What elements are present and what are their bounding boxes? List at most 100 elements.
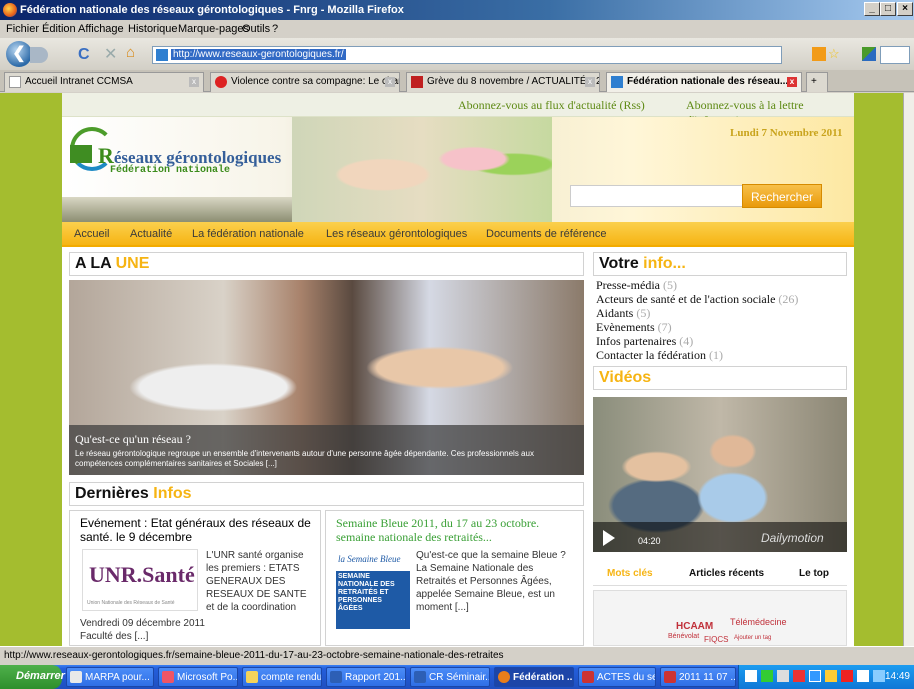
unr-sante-logo[interactable]: UNR.Santé Union Nationale des Réseaux de… — [82, 549, 198, 611]
tab-accueil-intranet[interactable]: Accueil Intranet CCMSA x — [4, 72, 204, 92]
tab-mots-cles[interactable]: Mots clés — [607, 568, 653, 579]
info-item[interactable]: Aidants (5) — [596, 306, 650, 321]
tab-violence[interactable]: Violence contre sa compagne: Le chant...… — [210, 72, 400, 92]
info-item[interactable]: Evènements (7) — [596, 320, 672, 335]
taskbar-label: Rapport 201... — [345, 672, 406, 683]
nav-accueil[interactable]: Accueil — [74, 228, 109, 240]
taskbar-label: Microsoft Po... — [177, 672, 238, 683]
nav-reseaux[interactable]: Les réseaux gérontologiques — [326, 228, 467, 240]
featured-article[interactable]: Qu'est-ce qu'un réseau ? Le réseau géron… — [69, 280, 584, 475]
new-tab-button[interactable]: + — [806, 72, 828, 92]
news-more[interactable]: Faculté des [...] — [80, 630, 148, 643]
tag[interactable]: Ajouter un tag — [734, 635, 771, 641]
info-label: Infos partenaires — [596, 334, 677, 348]
nav-federation[interactable]: La fédération nationale — [192, 228, 304, 240]
taskbar-item[interactable]: Rapport 201... — [326, 667, 406, 687]
news-date: Vendredi 09 décembre 2011 — [80, 618, 205, 629]
search-engine-icon[interactable] — [862, 47, 876, 61]
info-item[interactable]: Acteurs de santé et de l'action sociale … — [596, 292, 798, 307]
home-icon[interactable]: ⌂ — [126, 44, 135, 61]
menu-help[interactable]: ? — [272, 23, 278, 35]
start-button[interactable]: Démarrer — [0, 665, 65, 689]
rss-subscribe-link[interactable]: Abonnez-vous au flux d'actualité (Rss) — [458, 98, 645, 113]
reload-icon[interactable]: C — [78, 46, 90, 64]
dailymotion-logo[interactable]: Dailymotion — [761, 531, 824, 545]
video-tabs: Mots clés Articles récents Le top — [593, 564, 847, 586]
video-controls: 04:20 Dailymotion — [593, 522, 847, 552]
info-item[interactable]: Infos partenaires (4) — [596, 334, 693, 349]
bookmark-star-icon[interactable]: ☆ — [828, 46, 840, 62]
forward-arrow-icon[interactable] — [30, 47, 48, 63]
maximize-button[interactable]: □ — [880, 2, 896, 16]
back-arrow-icon[interactable]: ❮ — [6, 41, 32, 67]
tray-icon[interactable] — [825, 670, 837, 682]
taskbar-label: compte rendu — [261, 672, 322, 683]
tag[interactable]: Bénévolat — [668, 633, 699, 640]
featured-title[interactable]: Qu'est-ce qu'un réseau ? — [75, 432, 191, 447]
subscribe-bar: Abonnez-vous au flux d'actualité (Rss) A… — [62, 93, 854, 127]
search-button[interactable]: Rechercher — [742, 184, 822, 208]
stop-icon[interactable]: ✕ — [104, 44, 117, 64]
taskbar-item[interactable]: 2011 11 07 ... — [660, 667, 736, 687]
menu-outils[interactable]: Outils — [242, 23, 270, 35]
logo-caption: SEMAINE NATIONALE DES RETRAITÉS ET PERSO… — [338, 573, 395, 612]
taskbar-label: 2011 11 07 ... — [679, 672, 736, 683]
tab-label: Fédération nationale des réseau... — [627, 76, 789, 87]
tray-icon[interactable] — [873, 670, 885, 682]
video-player[interactable]: 04:20 Dailymotion — [593, 397, 847, 552]
tag[interactable]: FIQCS — [704, 635, 728, 644]
tray-icon[interactable] — [857, 670, 869, 682]
tab-greve[interactable]: Grève du 8 novembre / ACTUALITÉS 2... x — [406, 72, 600, 92]
play-icon[interactable] — [603, 530, 615, 546]
taskbar-label: MARPA pour... — [85, 672, 150, 683]
menu-marque-pages[interactable]: Marque-pages — [178, 23, 249, 35]
url-field[interactable]: http://www.reseaux-gerontologiques.fr/ — [152, 46, 782, 64]
tab-articles-recents[interactable]: Articles récents — [689, 568, 764, 579]
rss-icon[interactable] — [812, 47, 826, 61]
tray-icon[interactable] — [777, 670, 789, 682]
taskbar-item-active[interactable]: Fédération ... — [494, 667, 574, 687]
close-button[interactable]: × — [897, 2, 913, 16]
tray-icon[interactable] — [761, 670, 773, 682]
tray-icon[interactable] — [745, 670, 757, 682]
tab-close-icon[interactable]: x — [787, 77, 797, 87]
taskbar-item[interactable]: CR Séminair... — [410, 667, 490, 687]
tray-icon[interactable] — [793, 670, 805, 682]
vertical-scrollbar[interactable] — [903, 93, 914, 646]
heading-text: Votre — [599, 255, 644, 272]
tray-icon[interactable] — [841, 670, 853, 682]
menu-fichier[interactable]: Fichier — [6, 23, 39, 35]
menu-edition[interactable]: Édition — [42, 23, 76, 35]
minimize-button[interactable]: _ — [864, 2, 880, 16]
tray-icon[interactable] — [809, 670, 821, 682]
tab-close-icon[interactable]: x — [385, 77, 395, 87]
taskbar-item[interactable]: compte rendu — [242, 667, 322, 687]
menu-historique[interactable]: Historique — [128, 23, 178, 35]
tab-close-icon[interactable]: x — [585, 77, 595, 87]
taskbar-item[interactable]: Microsoft Po... — [158, 667, 238, 687]
logo-house-icon — [70, 145, 92, 163]
tab-close-icon[interactable]: x — [189, 77, 199, 87]
taskbar-item[interactable]: ACTES du se... — [578, 667, 656, 687]
menu-affichage[interactable]: Affichage — [78, 23, 124, 35]
news-title[interactable]: Evénement : Etat généraux des réseaux de… — [80, 516, 312, 544]
votre-info-heading: Votre info... — [593, 252, 847, 276]
tab-federation[interactable]: Fédération nationale des réseau... x — [606, 72, 802, 92]
taskbar-item[interactable]: MARPA pour... — [66, 667, 154, 687]
tab-le-top[interactable]: Le top — [799, 568, 829, 579]
info-item[interactable]: Contacter la fédération (1) — [596, 348, 723, 363]
logo-text: la Semaine Bleue — [336, 549, 410, 571]
semaine-bleue-logo[interactable]: la Semaine Bleue SEMAINE NATIONALE DES R… — [336, 549, 410, 629]
nav-actualite[interactable]: Actualité — [130, 228, 172, 240]
search-box[interactable] — [880, 46, 910, 64]
info-count: (1) — [708, 348, 723, 362]
taskbar-label: CR Séminair... — [429, 672, 490, 683]
tag[interactable]: HCAAM — [676, 621, 713, 632]
info-item[interactable]: Presse-média (5) — [596, 278, 677, 293]
news-title[interactable]: Semaine Bleue 2011, du 17 au 23 octobre.… — [336, 516, 580, 544]
site-search-input[interactable] — [570, 185, 744, 207]
tab-label: Violence contre sa compagne: Le chant... — [231, 76, 400, 87]
pdf-icon — [664, 671, 676, 683]
nav-documents[interactable]: Documents de référence — [486, 228, 606, 240]
tag[interactable]: Télémédecine — [730, 617, 787, 627]
